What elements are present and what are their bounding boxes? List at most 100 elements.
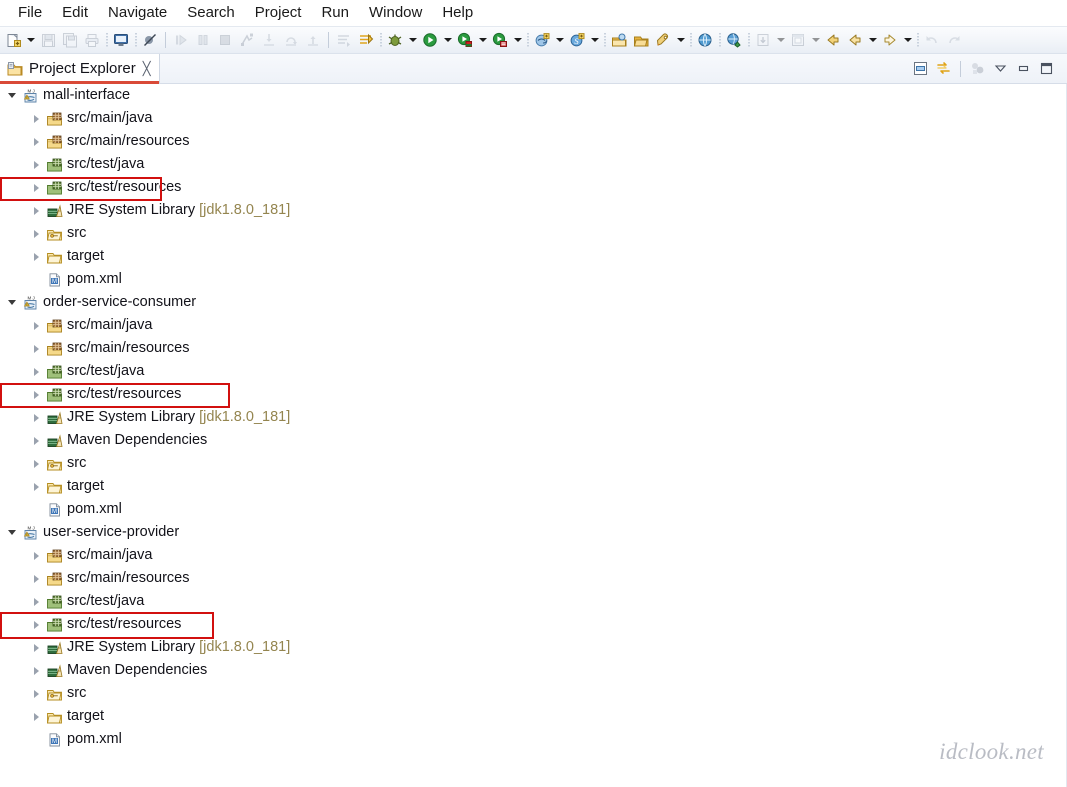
- chevron-right-icon[interactable]: [28, 475, 44, 498]
- tab-project-explorer[interactable]: Project Explorer ╳: [0, 54, 160, 84]
- menu-project[interactable]: Project: [245, 2, 312, 24]
- tree-row[interactable]: src/test/java: [0, 590, 1066, 613]
- tree-row[interactable]: src/test/resources: [0, 383, 1066, 406]
- tree-row[interactable]: target: [0, 475, 1066, 498]
- chevron-right-icon[interactable]: [28, 245, 44, 268]
- tree-row[interactable]: JRE System Library [jdk1.8.0_181]: [0, 636, 1066, 659]
- chevron-down-icon[interactable]: [406, 29, 419, 51]
- tree-row[interactable]: Mpom.xml: [0, 268, 1066, 291]
- menu-navigate[interactable]: Navigate: [98, 2, 177, 24]
- chevron-right-icon[interactable]: [28, 337, 44, 360]
- new-java-project-icon[interactable]: [531, 29, 553, 51]
- menu-run[interactable]: Run: [311, 2, 359, 24]
- tree-row[interactable]: Mpom.xml: [0, 498, 1066, 521]
- project-explorer-tree[interactable]: M J mall-interface src/main/java src/mai…: [0, 84, 1067, 787]
- minimize-button[interactable]: [1013, 58, 1034, 79]
- chevron-right-icon[interactable]: [28, 567, 44, 590]
- run-icon[interactable]: [419, 29, 441, 51]
- open-console-icon[interactable]: [110, 29, 132, 51]
- chevron-right-icon[interactable]: [28, 222, 44, 245]
- chevron-right-icon[interactable]: [28, 613, 44, 636]
- tree-row[interactable]: src/main/resources: [0, 130, 1066, 153]
- search-rocket-icon[interactable]: [652, 29, 674, 51]
- open-web-browser-icon[interactable]: [694, 29, 716, 51]
- chevron-down-icon[interactable]: [476, 29, 489, 51]
- tree-row[interactable]: target: [0, 705, 1066, 728]
- new-wizard-icon[interactable]: [2, 29, 24, 51]
- tree-row[interactable]: Maven Dependencies: [0, 429, 1066, 452]
- tree-row[interactable]: src: [0, 682, 1066, 705]
- chevron-down-icon[interactable]: [901, 29, 914, 51]
- menu-help[interactable]: Help: [432, 2, 483, 24]
- chevron-down-icon[interactable]: [866, 29, 879, 51]
- chevron-down-icon[interactable]: [24, 29, 37, 51]
- chevron-right-icon[interactable]: [28, 452, 44, 475]
- run-coverage-icon[interactable]: [454, 29, 476, 51]
- back-icon[interactable]: [822, 29, 844, 51]
- chevron-right-icon[interactable]: [28, 130, 44, 153]
- tree-row[interactable]: src/main/java: [0, 107, 1066, 130]
- tree-row[interactable]: M J order-service-consumer: [0, 291, 1066, 314]
- menu-edit[interactable]: Edit: [52, 2, 98, 24]
- tree-row[interactable]: JRE System Library [jdk1.8.0_181]: [0, 406, 1066, 429]
- run-profile-icon[interactable]: [489, 29, 511, 51]
- chevron-down-icon[interactable]: [674, 29, 687, 51]
- tree-row[interactable]: target: [0, 245, 1066, 268]
- open-type-icon[interactable]: [608, 29, 630, 51]
- tree-row[interactable]: src/test/resources: [0, 613, 1066, 636]
- tree-row[interactable]: src/main/resources: [0, 567, 1066, 590]
- tree-row[interactable]: Mpom.xml: [0, 728, 1066, 751]
- tree-row[interactable]: src: [0, 222, 1066, 245]
- tree-row[interactable]: src/test/java: [0, 360, 1066, 383]
- tree-row[interactable]: Maven Dependencies: [0, 659, 1066, 682]
- chevron-right-icon[interactable]: [28, 544, 44, 567]
- chevron-right-icon[interactable]: [28, 360, 44, 383]
- chevron-down-icon[interactable]: [4, 84, 20, 107]
- chevron-right-icon[interactable]: [28, 176, 44, 199]
- tree-row[interactable]: src/test/java: [0, 153, 1066, 176]
- tree-row[interactable]: M J mall-interface: [0, 84, 1066, 107]
- chevron-right-icon[interactable]: [28, 590, 44, 613]
- external-tools-icon[interactable]: [723, 29, 745, 51]
- maximize-button[interactable]: [1036, 58, 1057, 79]
- chevron-right-icon[interactable]: [28, 659, 44, 682]
- tree-row[interactable]: src/main/java: [0, 544, 1066, 567]
- close-icon[interactable]: ╳: [143, 62, 151, 75]
- tree-row[interactable]: JRE System Library [jdk1.8.0_181]: [0, 199, 1066, 222]
- menu-window[interactable]: Window: [359, 2, 432, 24]
- focus-on-active-task-button[interactable]: [967, 58, 988, 79]
- toggle-markers-icon[interactable]: [355, 29, 377, 51]
- menu-file[interactable]: File: [8, 2, 52, 24]
- chevron-right-icon[interactable]: [28, 636, 44, 659]
- chevron-down-icon[interactable]: [588, 29, 601, 51]
- chevron-right-icon[interactable]: [28, 107, 44, 130]
- prev-edit-icon[interactable]: [844, 29, 866, 51]
- tree-row[interactable]: src/main/java: [0, 314, 1066, 337]
- open-task-icon[interactable]: [630, 29, 652, 51]
- chevron-right-icon[interactable]: [28, 383, 44, 406]
- chevron-right-icon[interactable]: [28, 314, 44, 337]
- chevron-right-icon[interactable]: [28, 705, 44, 728]
- tree-row[interactable]: src: [0, 452, 1066, 475]
- chevron-down-icon[interactable]: [441, 29, 454, 51]
- chevron-down-icon[interactable]: [4, 291, 20, 314]
- tree-row[interactable]: src/test/resources: [0, 176, 1066, 199]
- chevron-down-icon[interactable]: [511, 29, 524, 51]
- tree-row[interactable]: M J user-service-provider: [0, 521, 1066, 544]
- chevron-right-icon[interactable]: [28, 429, 44, 452]
- menu-search[interactable]: Search: [177, 2, 245, 24]
- forward-icon[interactable]: [879, 29, 901, 51]
- chevron-right-icon[interactable]: [28, 153, 44, 176]
- skip-breakpoints-icon[interactable]: [139, 29, 161, 51]
- link-with-editor-button[interactable]: [933, 58, 954, 79]
- chevron-right-icon[interactable]: [28, 406, 44, 429]
- debug-icon[interactable]: [384, 29, 406, 51]
- new-spring-bean-icon[interactable]: S: [566, 29, 588, 51]
- chevron-down-icon[interactable]: [553, 29, 566, 51]
- chevron-down-icon[interactable]: [4, 521, 20, 544]
- chevron-right-icon[interactable]: [28, 682, 44, 705]
- chevron-right-icon[interactable]: [28, 199, 44, 222]
- tree-row[interactable]: src/main/resources: [0, 337, 1066, 360]
- view-menu-button[interactable]: [990, 58, 1011, 79]
- collapse-all-button[interactable]: [910, 58, 931, 79]
